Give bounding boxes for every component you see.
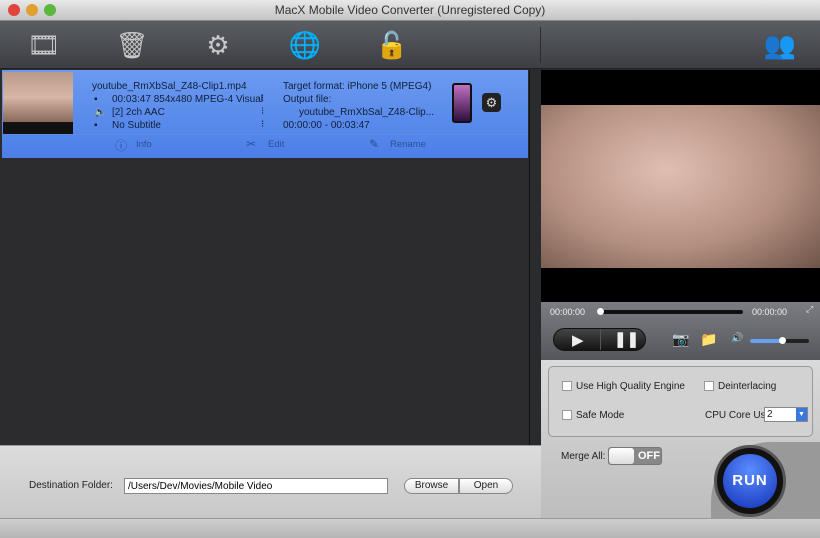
- edit-button[interactable]: Edit: [268, 139, 284, 150]
- destination-input[interactable]: [124, 478, 388, 494]
- options-panel: Use High Quality Engine Deinterlacing Sa…: [541, 360, 820, 522]
- rename-button[interactable]: Rename: [390, 139, 426, 150]
- folder-icon[interactable]: 📁: [700, 331, 717, 348]
- audio-track[interactable]: [2] 2ch AAC: [112, 107, 165, 118]
- audio-icon: 🔈: [94, 107, 107, 118]
- hq-engine-checkbox[interactable]: [562, 381, 572, 392]
- scissors-icon[interactable]: ✂: [246, 137, 256, 151]
- total-time: 00:00:00: [752, 307, 788, 317]
- file-actions: ⓘ Info ✂ Edit ✎ Rename: [2, 134, 528, 158]
- window-title: MacX Mobile Video Converter (Unregistere…: [274, 3, 546, 17]
- safe-mode-label: Safe Mode: [576, 410, 625, 421]
- hq-engine-option[interactable]: Use High Quality Engine: [562, 381, 685, 392]
- users-icon[interactable]: 👥: [760, 27, 800, 63]
- video-preview: [541, 70, 820, 302]
- fullscreen-icon[interactable]: ⤢: [806, 304, 813, 315]
- zoom-button[interactable]: [44, 4, 56, 16]
- progress-slider[interactable]: [597, 308, 743, 315]
- destination-panel: Destination Folder: Browse Open: [0, 445, 541, 518]
- info-button[interactable]: Info: [136, 139, 152, 150]
- camera-icon[interactable]: 📷: [672, 331, 689, 348]
- player-controls: 00:00:00 00:00:00 ⤢ ▶ ❚❚ 📷 📁 🔊: [541, 302, 820, 360]
- play-button[interactable]: ▶: [572, 331, 584, 349]
- safe-mode-option[interactable]: Safe Mode: [562, 410, 624, 421]
- toggle-state: OFF: [638, 450, 660, 462]
- destination-label: Destination Folder:: [29, 480, 113, 491]
- output-file: youtube_RmXbSal_Z48-Clip...: [299, 107, 435, 118]
- volume-fill: [750, 339, 783, 343]
- status-bar: [0, 518, 820, 538]
- close-button[interactable]: [8, 4, 20, 16]
- video-info[interactable]: 00:03:47 854x480 MPEG-4 Visual: [112, 94, 263, 105]
- run-button-ring: RUN: [714, 445, 786, 517]
- open-button[interactable]: Open: [459, 478, 513, 494]
- time-range: 00:00:00 - 00:03:47: [283, 120, 370, 131]
- video-frame: [541, 105, 820, 268]
- file-row[interactable]: youtube_RmXbSal_Z48-Clip1.mp4 ▪ 00:03:47…: [2, 70, 528, 158]
- merge-all-toggle[interactable]: OFF: [608, 447, 662, 465]
- progress-knob[interactable]: [597, 308, 604, 315]
- divider: [540, 27, 541, 63]
- deinterlacing-label: Deinterlacing: [718, 381, 777, 392]
- minimize-button[interactable]: [26, 4, 38, 16]
- trash-icon[interactable]: 🗑: [112, 27, 152, 63]
- current-time: 00:00:00: [550, 307, 586, 317]
- toggle-knob[interactable]: [609, 448, 634, 464]
- deinterlacing-checkbox[interactable]: [704, 381, 714, 392]
- volume-knob[interactable]: [779, 337, 787, 344]
- playback-buttons: ▶ ❚❚: [553, 328, 646, 351]
- subtitle-icon: ▪: [94, 120, 98, 131]
- deinterlacing-option[interactable]: Deinterlacing: [704, 381, 776, 392]
- volume-icon: 🔊: [731, 333, 744, 344]
- output-label: Output file:: [283, 94, 332, 105]
- title-bar: MacX Mobile Video Converter (Unregistere…: [0, 0, 820, 21]
- video-icon: ▪: [94, 94, 98, 105]
- file-list: youtube_RmXbSal_Z48-Clip1.mp4 ▪ 00:03:47…: [0, 70, 530, 445]
- divider: [600, 329, 601, 350]
- toolbar: 🎞 🗑 ⚙ 🌐 🔓 👥: [0, 21, 820, 69]
- rename-icon[interactable]: ✎: [369, 137, 379, 151]
- pause-button[interactable]: ❚❚: [614, 330, 639, 348]
- cpu-core-select[interactable]: 2 ▼: [764, 407, 808, 422]
- file-name: youtube_RmXbSal_Z48-Clip1.mp4: [92, 81, 247, 92]
- chevron-down-icon[interactable]: ▼: [796, 408, 807, 421]
- iphone-icon: [452, 83, 472, 123]
- merge-all-label: Merge All:: [561, 451, 606, 462]
- subtitle-track[interactable]: No Subtitle: [112, 120, 161, 131]
- hq-engine-label: Use High Quality Engine: [576, 381, 685, 392]
- stepper-icons[interactable]: ⁝ ⁝ ⁝: [261, 92, 264, 131]
- gear-icon[interactable]: ⚙: [482, 93, 501, 112]
- update-globe-icon[interactable]: 🌐: [285, 27, 325, 63]
- browse-button[interactable]: Browse: [404, 478, 459, 494]
- target-format: Target format: iPhone 5 (MPEG4): [283, 81, 432, 92]
- cpu-core-value: 2: [767, 409, 773, 420]
- add-video-icon[interactable]: 🎞: [24, 27, 64, 63]
- info-icon[interactable]: ⓘ: [115, 137, 127, 154]
- volume-slider[interactable]: [750, 337, 809, 344]
- options-box: Use High Quality Engine Deinterlacing Sa…: [548, 366, 813, 437]
- unlock-icon[interactable]: 🔓: [372, 27, 412, 63]
- video-thumbnail: [3, 72, 73, 134]
- safe-mode-checkbox[interactable]: [562, 410, 572, 421]
- settings-icon[interactable]: ⚙: [198, 27, 238, 63]
- run-button[interactable]: RUN: [723, 454, 777, 508]
